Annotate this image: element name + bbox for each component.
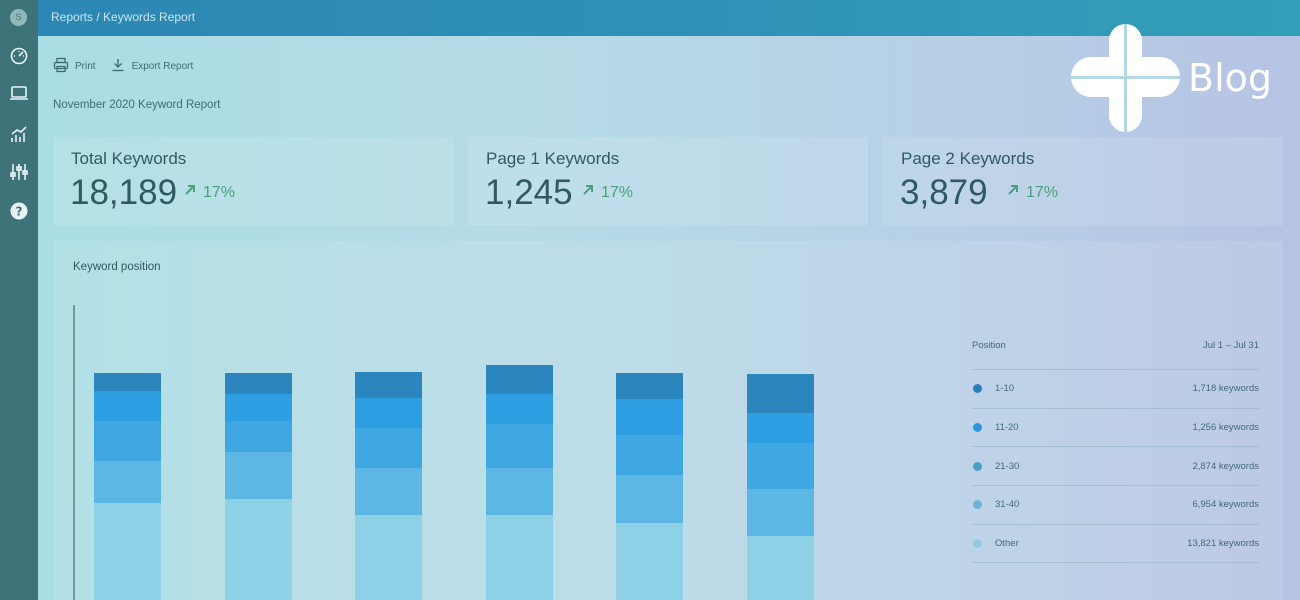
bar-segment-31-40[interactable] [224,452,292,499]
laptop-icon[interactable] [9,83,29,103]
bar-segment-21-30[interactable] [616,435,684,475]
stat-change: 17% [203,183,236,201]
bar-segment-1-10[interactable] [224,373,292,394]
bar-segment-other[interactable] [747,536,814,600]
bar-segment-other[interactable] [94,503,161,600]
legend-color-dot [973,539,982,549]
legend-count: 13,821 keywords [1187,538,1259,550]
stat-value: 1,245 [485,173,573,212]
legend-row[interactable]: Other 13,821 keywords [972,525,1259,564]
bar-segment-other[interactable] [355,515,423,600]
stat-label: Page 1 Keywords [486,149,620,168]
export-label: Export Report [131,61,194,72]
bar-segment-1-10[interactable] [616,373,684,399]
stat-label: Total Keywords [71,149,187,168]
arrow-up-right-icon [1006,183,1020,202]
bar-segment-1-10[interactable] [747,374,814,413]
legend-row[interactable]: 11-20 1,256 keywords [972,409,1259,448]
legend-row[interactable]: 1-10 1,718 keywords [972,370,1259,409]
bar-segment-31-40[interactable] [485,468,553,515]
bar-segment-other[interactable] [485,515,553,600]
legend-label: 1-10 [995,383,1015,395]
bar-segment-other[interactable] [224,499,292,600]
stat-trend: 17% [1006,183,1058,202]
legend-header-position: Position [972,340,1006,351]
stat-value: 3,879 [900,173,988,212]
bar-segment-other[interactable] [616,523,684,600]
export-report-button[interactable]: Export Report [110,57,194,76]
chart-title: Keyword position [73,261,161,273]
sliders-icon[interactable] [9,162,29,182]
stat-trend: 17% [581,183,633,202]
legend-color-dot [973,384,982,394]
bar-segment-31-40[interactable] [94,461,161,503]
legend-label: 21-30 [995,460,1020,472]
svg-text:?: ? [16,205,23,219]
app-logo[interactable]: S [10,9,27,26]
bar-segment-11-20[interactable] [94,391,161,421]
dashboard-icon[interactable] [9,46,29,66]
legend-count: 6,954 keywords [1192,499,1259,511]
download-icon [110,57,126,76]
print-button[interactable]: Print [53,57,96,76]
bar-segment-21-30[interactable] [355,428,423,468]
analytics-icon[interactable] [9,124,29,144]
bar-segment-11-20[interactable] [616,399,684,435]
report-title: November 2020 Keyword Report [53,99,221,111]
bar-segment-11-20[interactable] [355,398,423,428]
printer-icon [53,57,69,76]
position-legend: Position Jul 1 – Jul 31 1-10 1,718 keywor… [972,340,1259,564]
blog-wordmark: Blog [1188,56,1272,100]
stat-label: Page 2 Keywords [901,149,1035,168]
report-toolbar: Print Export Report [53,57,193,76]
legend-row[interactable]: 21-30 2,874 keywords [972,447,1259,487]
legend-color-dot [973,500,982,510]
chart-y-axis [73,305,75,600]
legend-count: 1,256 keywords [1192,422,1259,434]
legend-label: Other [995,538,1019,550]
arrow-up-right-icon [183,183,197,202]
stat-change: 17% [601,183,634,201]
legend-header: Position Jul 1 – Jul 31 [972,340,1259,370]
legend-row[interactable]: 31-40 6,954 keywords [972,486,1259,525]
help-icon[interactable]: ? [9,201,29,221]
bar-segment-31-40[interactable] [747,489,814,536]
sidebar: S ? [0,0,38,600]
stat-change: 17% [1026,183,1059,201]
bar-segment-1-10[interactable] [485,365,553,394]
bar-segment-21-30[interactable] [94,421,161,461]
bar-segment-21-30[interactable] [485,424,553,468]
stat-card-total-keywords: Total Keywords 18,189 17% [53,137,453,226]
bar-segment-21-30[interactable] [747,443,814,489]
stat-card-page2-keywords: Page 2 Keywords 3,879 17% [883,137,1283,226]
stat-card-page1-keywords: Page 1 Keywords 1,245 17% [468,137,868,226]
bar-segment-11-20[interactable] [224,394,292,421]
legend-count: 1,718 keywords [1192,383,1259,395]
stat-trend: 17% [183,183,235,202]
legend-header-date-range: Jul 1 – Jul 31 [1203,340,1259,351]
bar-segment-1-10[interactable] [94,373,161,391]
legend-color-dot [973,461,982,471]
print-label: Print [75,61,96,72]
bar-segment-21-30[interactable] [224,421,292,452]
bar-segment-11-20[interactable] [485,394,553,424]
breadcrumb[interactable]: Reports / Keywords Report [51,10,195,24]
bar-segment-31-40[interactable] [355,468,423,515]
stat-value: 18,189 [70,173,178,212]
legend-color-dot [973,423,982,433]
legend-label: 11-20 [995,422,1019,434]
arrow-up-right-icon [581,183,595,202]
bar-segment-11-20[interactable] [747,413,814,443]
legend-label: 31-40 [995,499,1020,511]
bar-segment-31-40[interactable] [616,475,684,523]
legend-count: 2,874 keywords [1192,460,1259,472]
bar-segment-1-10[interactable] [355,372,423,398]
